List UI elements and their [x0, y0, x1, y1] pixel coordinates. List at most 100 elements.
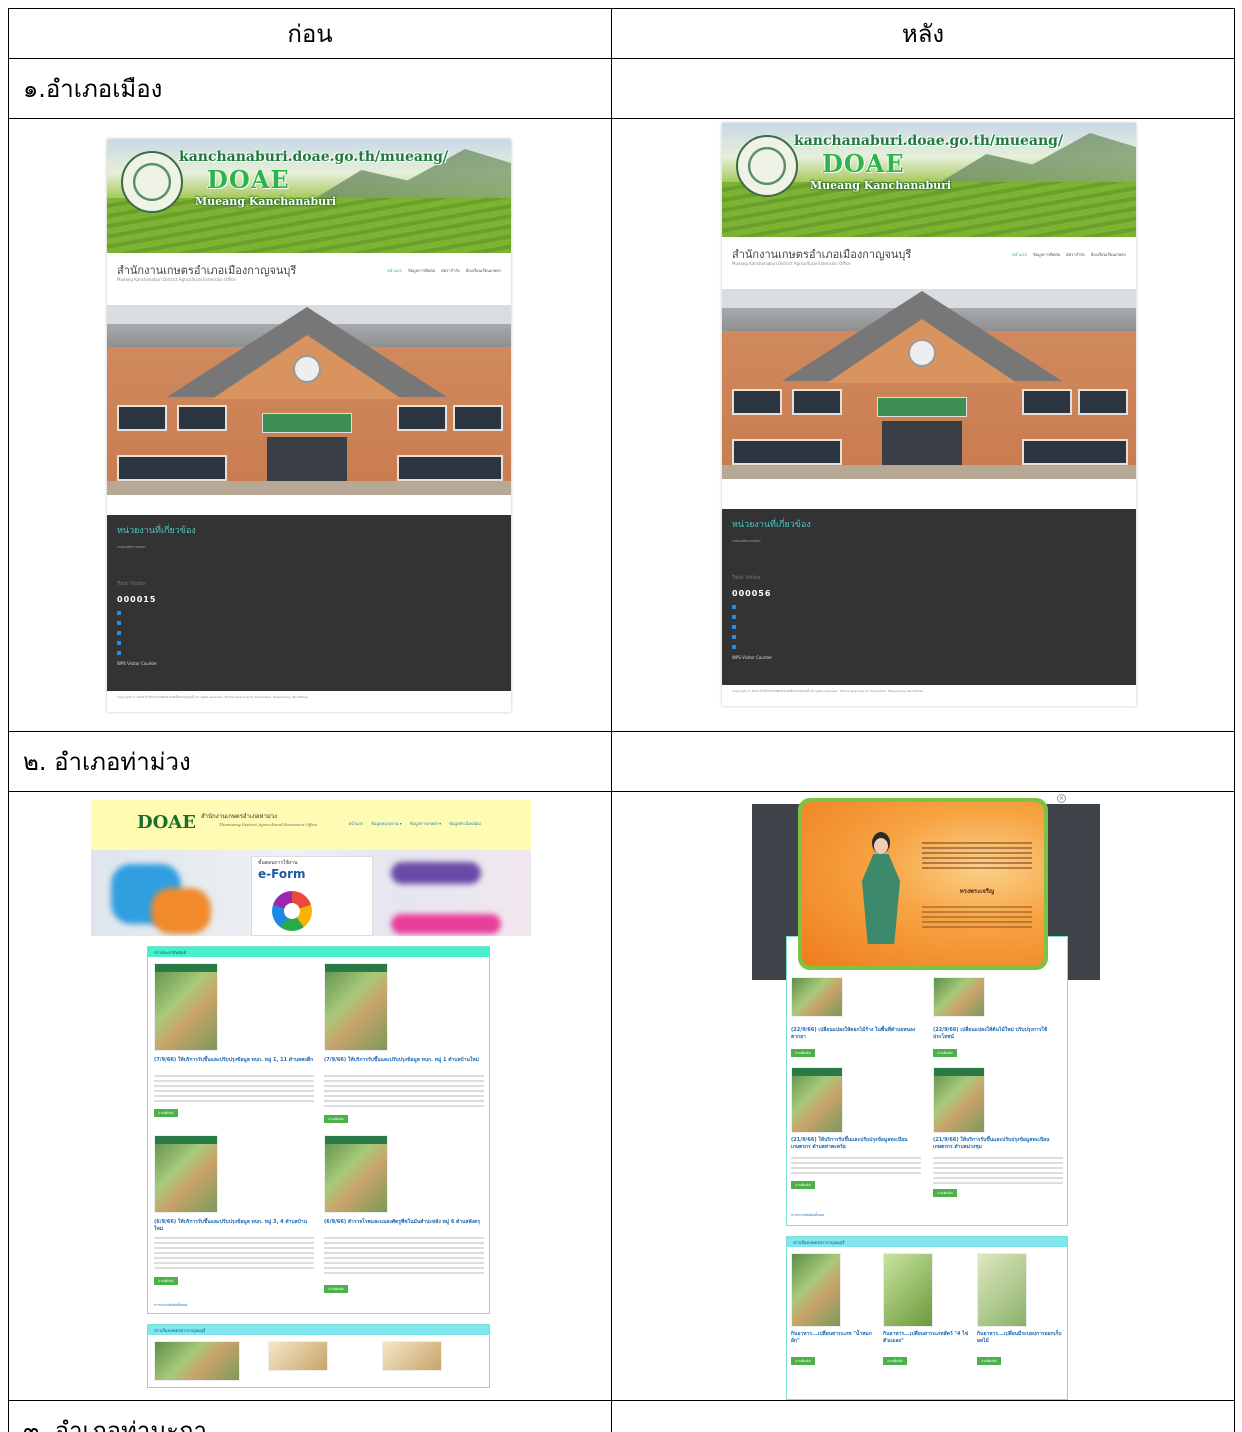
read-more-button[interactable]: อ่านเพิ่มเติม: [791, 1357, 815, 1365]
section-label-mueang: ๑.อำเภอเมือง: [8, 58, 612, 119]
office-name-en: Thamuang District Agricultural Extension…: [219, 822, 318, 827]
panel-title: ข่าวเรื่องเกษตรชาวกาญจนบุรี: [154, 1328, 206, 1333]
site-logo[interactable]: DOAE: [137, 812, 196, 833]
nav-item[interactable]: ข้อมูลการเกษตร ▾: [410, 820, 442, 827]
read-more-button[interactable]: อ่านเพิ่มเติม: [977, 1357, 1001, 1365]
mueang-before-screenshot: kanchanaburi.doae.go.th/mueang/ DOAE Mue…: [107, 139, 511, 712]
site-banner: kanchanaburi.doae.go.th/mueang/ DOAE Mue…: [107, 139, 511, 253]
all-news-link[interactable]: ข่าวประชาสัมพันธ์ทั้งหมด: [154, 1303, 187, 1308]
mueang-after-cell: kanchanaburi.doae.go.th/mueang/ DOAE Mue…: [611, 118, 1235, 732]
footer-link[interactable]: กรมส่งเสริมการเกษตร: [117, 545, 146, 550]
eform-hero-banner: ขั้นตอนการใช้งาน e-Form: [91, 850, 531, 936]
section-label-empty: [611, 731, 1235, 792]
news-panel: ข่าวประชาสัมพันธ์ (7/9/66) ให้บริการรับข…: [147, 946, 490, 1314]
visitor-counter: 000015: [117, 595, 157, 604]
thamuang-before-screenshot: DOAE สำนักงานเกษตรอำเภอท่าม่วง Thamuang …: [91, 800, 531, 1388]
footer-heading: หน่วยงานที่เกี่ยวข้อง: [732, 520, 811, 530]
banner-logo: DOAE: [822, 149, 905, 178]
post-title[interactable]: กินอาหาร...เปลี่ยนมีระบอบการออกเก็บผลไม้: [977, 1331, 1063, 1345]
all-news-link[interactable]: ข่าวประชาสัมพันธ์ทั้งหมด: [791, 1213, 824, 1218]
site-nav: หน้าแรก ข้อมูลการติดต่อ อัตรากำลัง ห้องเ…: [387, 267, 501, 274]
nav-item[interactable]: อัตรากำลัง: [1066, 251, 1084, 258]
popup-greeting: ทรงพระเจริญ: [959, 888, 995, 895]
banner-url: kanchanaburi.doae.go.th/mueang/: [794, 133, 1064, 149]
read-more-button[interactable]: อ่านเพิ่มเติม: [791, 1049, 815, 1057]
office-name: สำนักงานเกษตรอำเภอท่าม่วง: [201, 813, 278, 820]
nav-item[interactable]: ข้อมูลการติดต่อ: [1033, 251, 1060, 258]
visitors-label: Total Visitor: [117, 581, 147, 587]
nav-item[interactable]: อัตรากำลัง: [441, 267, 459, 274]
post-title[interactable]: กินอาหาร...เปลี่ยนสาระเภท "น้ำหมกผัก": [791, 1331, 877, 1345]
eform-subtitle: ขั้นตอนการใช้งาน: [258, 860, 298, 866]
banner-logo: DOAE: [207, 165, 290, 194]
post-title[interactable]: (7/9/66) ให้บริการรับขึ้นและปรับปรุงข้อม…: [324, 1057, 484, 1064]
portrait: [858, 832, 904, 944]
nav-item[interactable]: ข้อมูลทำเนียบนิยม: [449, 820, 481, 827]
site-subtitle: Mueang Kanchanaburi District Agricultura…: [732, 261, 851, 266]
site-subtitle: Mueang Kanchanaburi District Agricultura…: [117, 277, 236, 282]
other-news-panel: ข่าวเรื่องเกษตรชาวกาญจนบุรี: [147, 1324, 490, 1388]
section-label-thamuang: ๒. อำเภอท่าม่วง: [8, 731, 612, 792]
header-after: หลัง: [611, 8, 1235, 59]
mueang-before-cell: kanchanaburi.doae.go.th/mueang/ DOAE Mue…: [8, 118, 612, 732]
post-title[interactable]: (22/9/66) เปลี่ยนแปลงให้ดอกไม้ร้าง ในพื้…: [791, 1027, 921, 1041]
banner-url: kanchanaburi.doae.go.th/mueang/: [179, 149, 449, 165]
site-header: DOAE สำนักงานเกษตรอำเภอท่าม่วง Thamuang …: [91, 800, 531, 850]
comparison-table: ก่อน หลัง ๑.อำเภอเมือง kanchanaburi.doae…: [8, 8, 1235, 1432]
read-more-button[interactable]: อ่านเพิ่มเติม: [933, 1189, 957, 1197]
section-label-empty: [611, 58, 1235, 119]
doae-seal-icon: [736, 135, 798, 197]
copyright: Copyright © 2023 สำนักงานเกษตรอำเภอเมือง…: [117, 695, 309, 699]
site-banner: kanchanaburi.doae.go.th/mueang/ DOAE Mue…: [722, 123, 1136, 237]
read-more-button[interactable]: อ่านเพิ่มเติม: [324, 1115, 348, 1123]
footer-link[interactable]: กรมส่งเสริมการเกษตร: [732, 539, 761, 544]
site-footer: หน่วยงานที่เกี่ยวข้อง กรมส่งเสริมการเกษต…: [107, 515, 511, 691]
read-more-button[interactable]: อ่านเพิ่มเติม: [154, 1277, 178, 1285]
post-title[interactable]: กินอาหาร...เปลี่ยนสาระเภทสัตว์ "4 ไข่ตัว…: [883, 1331, 969, 1345]
section-label-empty: [611, 1400, 1235, 1432]
eform-wheel-icon: [272, 891, 312, 931]
news-panel: (22/9/66) เปลี่ยนแปลงให้ดอกไม้ร้าง ในพื้…: [786, 936, 1068, 1226]
office-photo: [107, 305, 511, 495]
post-title[interactable]: (7/9/66) ให้บริการรับขึ้นและปรับปรุงข้อม…: [154, 1057, 314, 1064]
footer-heading: หน่วยงานที่เกี่ยวข้อง: [117, 526, 196, 536]
section-label-thamaka: ๓. อำเภอท่ามะกา: [8, 1400, 612, 1432]
read-more-button[interactable]: อ่านเพิ่มเติม: [883, 1357, 907, 1365]
site-header: สำนักงานเกษตรอำเภอเมืองกาญจนบุรี Mueang …: [107, 253, 511, 305]
visitor-counter: 000056: [732, 589, 772, 598]
read-more-button[interactable]: อ่านเพิ่มเติม: [933, 1049, 957, 1057]
popup-close-button[interactable]: ×: [1057, 794, 1066, 803]
thamuang-before-cell: DOAE สำนักงานเกษตรอำเภอท่าม่วง Thamuang …: [8, 791, 612, 1401]
read-more-button[interactable]: อ่านเพิ่มเติม: [154, 1109, 178, 1117]
banner-sub: Mueang Kanchanaburi: [195, 195, 337, 208]
site-footer: หน่วยงานที่เกี่ยวข้อง กรมส่งเสริมการเกษต…: [722, 509, 1136, 685]
panel-title: ข่าวประชาสัมพันธ์: [154, 950, 186, 955]
site-nav: หน้าแรก ข้อมูลการติดต่อ อัตรากำลัง ห้องเ…: [1012, 251, 1126, 258]
read-more-button[interactable]: อ่านเพิ่มเติม: [791, 1181, 815, 1189]
mueang-after-screenshot: kanchanaburi.doae.go.th/mueang/ DOAE Mue…: [722, 123, 1136, 706]
nav-item[interactable]: หน้าแรก: [1012, 251, 1027, 258]
nav-item[interactable]: หน้าแรก: [387, 267, 402, 274]
office-photo: [722, 289, 1136, 479]
nav-item[interactable]: ข้อมูลการติดต่อ: [408, 267, 435, 274]
visitors-label: Total Visitor: [732, 575, 762, 581]
nav-item[interactable]: ห้องเรียนเรียนเกษตร: [466, 267, 501, 274]
eform-card: ขั้นตอนการใช้งาน e-Form: [251, 856, 373, 936]
nav-item[interactable]: หน้าแรก: [349, 820, 364, 827]
nav-item[interactable]: ข้อมูลหน่วยงาน ▾: [371, 820, 401, 827]
post-title[interactable]: (6/9/66) ให้บริการรับขึ้นและปรับปรุงข้อม…: [154, 1219, 314, 1233]
post-title[interactable]: (22/9/66) เปลี่ยนแปลงให้ต้นไม้ใหม่ ปรับป…: [933, 1027, 1063, 1041]
post-title[interactable]: (21/9/66) ให้บริการรับขึ้นและปรับปรุงข้อ…: [791, 1137, 921, 1151]
banner-sub: Mueang Kanchanaburi: [810, 179, 952, 192]
copyright: Copyright © 2023 สำนักงานเกษตรอำเภอเมือง…: [732, 689, 924, 693]
panel-title: ข่าวเรื่องเกษตรชาวกาญจนบุรี: [793, 1240, 845, 1245]
read-more-button[interactable]: อ่านเพิ่มเติม: [324, 1285, 348, 1293]
post-title[interactable]: (21/9/66) ให้บริการรับขึ้นและปรับปรุงข้อ…: [933, 1137, 1063, 1151]
thamuang-after-cell: (22/9/66) เปลี่ยนแปลงให้ดอกไม้ร้าง ในพื้…: [611, 791, 1235, 1401]
header-before: ก่อน: [8, 8, 612, 59]
site-header: สำนักงานเกษตรอำเภอเมืองกาญจนบุรี Mueang …: [722, 237, 1136, 289]
doae-seal-icon: [121, 151, 183, 213]
nav-item[interactable]: ห้องเรียนเรียนเกษตร: [1091, 251, 1126, 258]
site-nav: หน้าแรก ข้อมูลหน่วยงาน ▾ ข้อมูลการเกษตร …: [349, 820, 481, 827]
post-title[interactable]: (6/9/66) สำรวจโรคและแมลงศัตรูพืชในมันสำป…: [324, 1219, 484, 1226]
